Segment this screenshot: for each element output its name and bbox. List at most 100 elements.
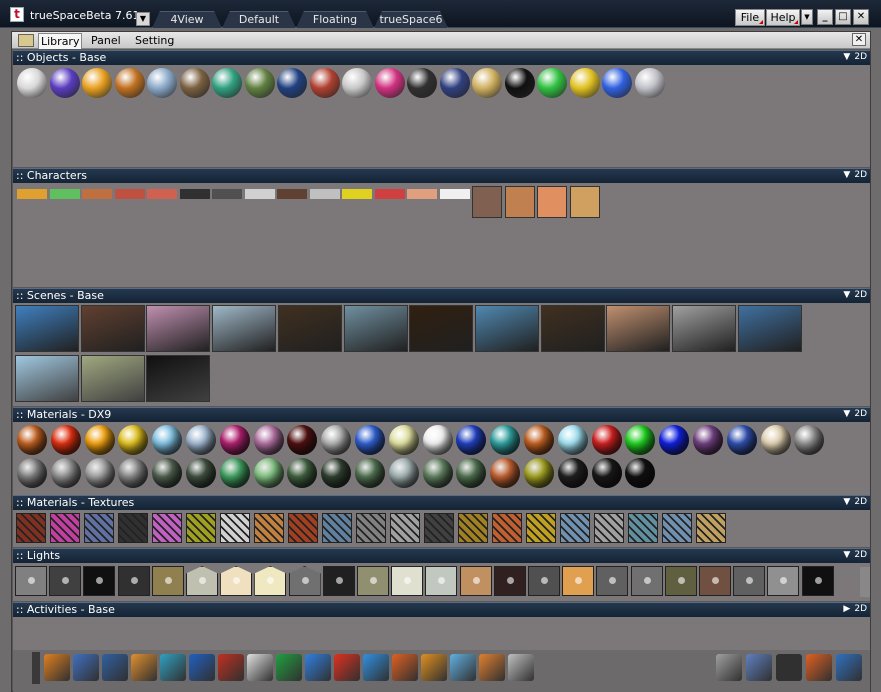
tool-icon[interactable] — [421, 654, 447, 681]
tool-icon[interactable] — [160, 654, 186, 681]
tab-setting[interactable]: Setting — [133, 33, 176, 49]
tool-icon[interactable] — [305, 654, 331, 681]
tool-icon[interactable] — [508, 654, 534, 681]
scene-thumbnail[interactable] — [409, 305, 474, 352]
material-sphere[interactable] — [321, 425, 352, 455]
material-sphere[interactable] — [152, 458, 183, 488]
car-object[interactable] — [374, 68, 405, 98]
texture-swatch[interactable] — [118, 513, 148, 543]
tool-icon[interactable] — [716, 654, 742, 681]
tool-icon[interactable] — [44, 654, 70, 681]
light-preset[interactable] — [493, 566, 526, 596]
light-preset[interactable] — [664, 566, 697, 596]
texture-swatch[interactable] — [84, 513, 114, 543]
material-sphere[interactable] — [794, 425, 825, 455]
material-sphere[interactable] — [591, 425, 622, 455]
tool-icon[interactable] — [450, 654, 476, 681]
scene-thumbnail[interactable] — [540, 305, 605, 352]
material-sphere[interactable] — [321, 458, 352, 488]
material-sphere[interactable] — [219, 458, 250, 488]
light-preset[interactable] — [391, 566, 424, 596]
tool-icon[interactable] — [189, 654, 215, 681]
section-controls[interactable]: ▼ 2D — [843, 289, 867, 302]
texture-swatch[interactable] — [186, 513, 216, 543]
sphere-object[interactable] — [49, 68, 80, 98]
material-sphere[interactable] — [693, 425, 723, 455]
lights-scrollbar[interactable] — [860, 567, 870, 597]
scene-thumbnail[interactable] — [672, 305, 736, 352]
scene-thumbnail[interactable] — [606, 305, 671, 352]
jet-object[interactable] — [342, 68, 372, 98]
light-preset[interactable] — [425, 566, 458, 596]
material-sphere[interactable] — [355, 425, 385, 455]
material-sphere[interactable] — [186, 458, 216, 488]
texture-swatch[interactable] — [662, 513, 692, 543]
material-sphere[interactable] — [456, 458, 487, 488]
tool-icon[interactable] — [746, 654, 772, 681]
tree-object[interactable] — [244, 68, 275, 98]
material-sphere[interactable] — [17, 458, 47, 488]
light-preset[interactable] — [83, 566, 116, 596]
material-sphere[interactable] — [524, 425, 554, 455]
pharaoh-object[interactable] — [472, 68, 502, 98]
section-header-materials[interactable]: :: Materials - DX9 ▼ 2D — [13, 407, 870, 422]
material-sphere[interactable] — [287, 458, 318, 488]
tool-icon[interactable] — [247, 654, 273, 681]
tool-icon[interactable] — [392, 654, 418, 681]
character-item[interactable] — [504, 186, 535, 218]
material-sphere[interactable] — [760, 425, 791, 455]
light-preset[interactable] — [117, 566, 150, 596]
blue-ball-object[interactable] — [602, 68, 632, 98]
tool-icon[interactable] — [334, 654, 360, 681]
scene-thumbnail[interactable] — [80, 305, 145, 352]
material-sphere[interactable] — [50, 458, 81, 488]
glass-ring-object[interactable] — [634, 68, 665, 98]
texture-swatch[interactable] — [594, 513, 624, 543]
character-item[interactable] — [147, 186, 177, 218]
minimize-button[interactable]: _ — [817, 9, 833, 25]
section-header-characters[interactable]: :: Characters ▼ 2D — [13, 168, 870, 183]
texture-swatch[interactable] — [560, 513, 590, 543]
character-item[interactable] — [114, 186, 145, 218]
view-tab-default[interactable]: Default — [222, 11, 296, 28]
character-item[interactable] — [439, 186, 470, 218]
texture-swatch[interactable] — [16, 513, 46, 543]
section-header-lights[interactable]: :: Lights ▼ 2D — [13, 548, 870, 563]
tool-icon[interactable] — [276, 654, 302, 681]
character-item[interactable] — [244, 186, 275, 218]
material-sphere[interactable] — [490, 458, 521, 488]
camel-object[interactable] — [114, 68, 145, 98]
rhino-object[interactable] — [179, 68, 210, 98]
material-sphere[interactable] — [557, 458, 588, 488]
texture-swatch[interactable] — [50, 513, 80, 543]
light-preset[interactable] — [699, 566, 731, 596]
material-sphere[interactable] — [422, 425, 453, 455]
texture-swatch[interactable] — [424, 513, 454, 543]
panel-close-button[interactable]: ✕ — [852, 33, 866, 46]
material-sphere[interactable] — [456, 425, 487, 455]
light-preset[interactable] — [186, 566, 218, 596]
grid-object[interactable] — [17, 68, 47, 98]
scene-thumbnail[interactable] — [277, 305, 342, 352]
texture-swatch[interactable] — [628, 513, 658, 543]
material-sphere[interactable] — [490, 425, 521, 455]
tool-icon[interactable] — [776, 654, 802, 681]
light-preset[interactable] — [801, 566, 834, 596]
toolbar-grip[interactable] — [32, 652, 40, 684]
tool-icon[interactable] — [73, 654, 99, 681]
texture-swatch[interactable] — [492, 513, 522, 543]
texture-swatch[interactable] — [288, 513, 318, 543]
section-header-scenes[interactable]: :: Scenes - Base ▼ 2D — [13, 288, 870, 303]
character-item[interactable] — [277, 186, 307, 218]
ring-object[interactable] — [569, 68, 600, 98]
green-ball-object[interactable] — [537, 68, 567, 98]
character-item[interactable] — [309, 186, 340, 218]
texture-swatch[interactable] — [526, 513, 556, 543]
scene-thumbnail[interactable] — [80, 355, 145, 402]
tool-icon[interactable] — [806, 654, 832, 681]
character-item[interactable] — [537, 186, 567, 218]
light-preset[interactable] — [220, 566, 253, 596]
tool-icon[interactable] — [836, 654, 862, 681]
help-menu-button[interactable]: Help — [766, 9, 800, 26]
layout-dropdown-button[interactable]: ▼ — [136, 12, 150, 26]
